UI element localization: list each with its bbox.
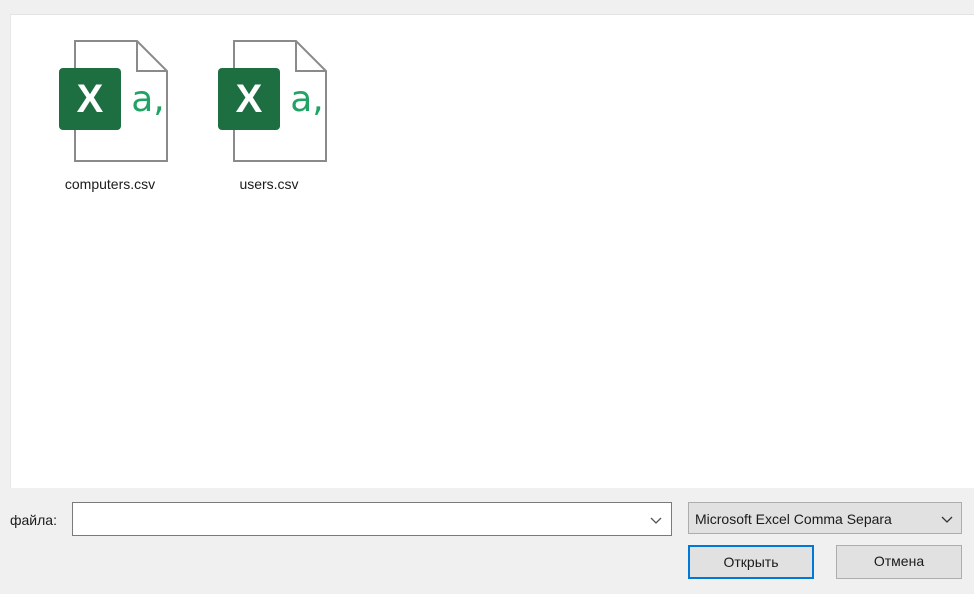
- file-list-pane[interactable]: X a, computers.csv X a, users.csv: [10, 14, 974, 489]
- open-button[interactable]: Открыть: [688, 545, 814, 579]
- filetype-dropdown[interactable]: Microsoft Excel Comma Separa: [688, 502, 962, 534]
- file-open-dialog: X a, computers.csv X a, users.csv файла:: [0, 0, 974, 594]
- chevron-down-icon: [941, 516, 953, 523]
- excel-csv-file-icon: X a,: [218, 40, 327, 162]
- file-name-label: computers.csv: [64, 176, 156, 192]
- file-item-computers-csv[interactable]: X a, computers.csv: [45, 37, 175, 207]
- file-item-users-csv[interactable]: X a, users.csv: [204, 37, 334, 207]
- dialog-bottom-bar: файла: Microsoft Excel Comma Separa Откр…: [0, 488, 974, 594]
- chevron-down-icon[interactable]: [649, 513, 663, 527]
- filename-combobox[interactable]: [72, 502, 672, 536]
- filename-input[interactable]: [73, 503, 633, 535]
- file-name-label: users.csv: [239, 176, 299, 192]
- svg-text:X: X: [236, 77, 263, 121]
- svg-text:X: X: [77, 77, 104, 121]
- filetype-selected-value: Microsoft Excel Comma Separa: [695, 511, 892, 527]
- svg-text:a,: a,: [131, 79, 165, 120]
- svg-text:a,: a,: [290, 79, 324, 120]
- cancel-button[interactable]: Отмена: [836, 545, 962, 579]
- filename-label: файла:: [10, 512, 57, 528]
- excel-csv-file-icon: X a,: [59, 40, 168, 162]
